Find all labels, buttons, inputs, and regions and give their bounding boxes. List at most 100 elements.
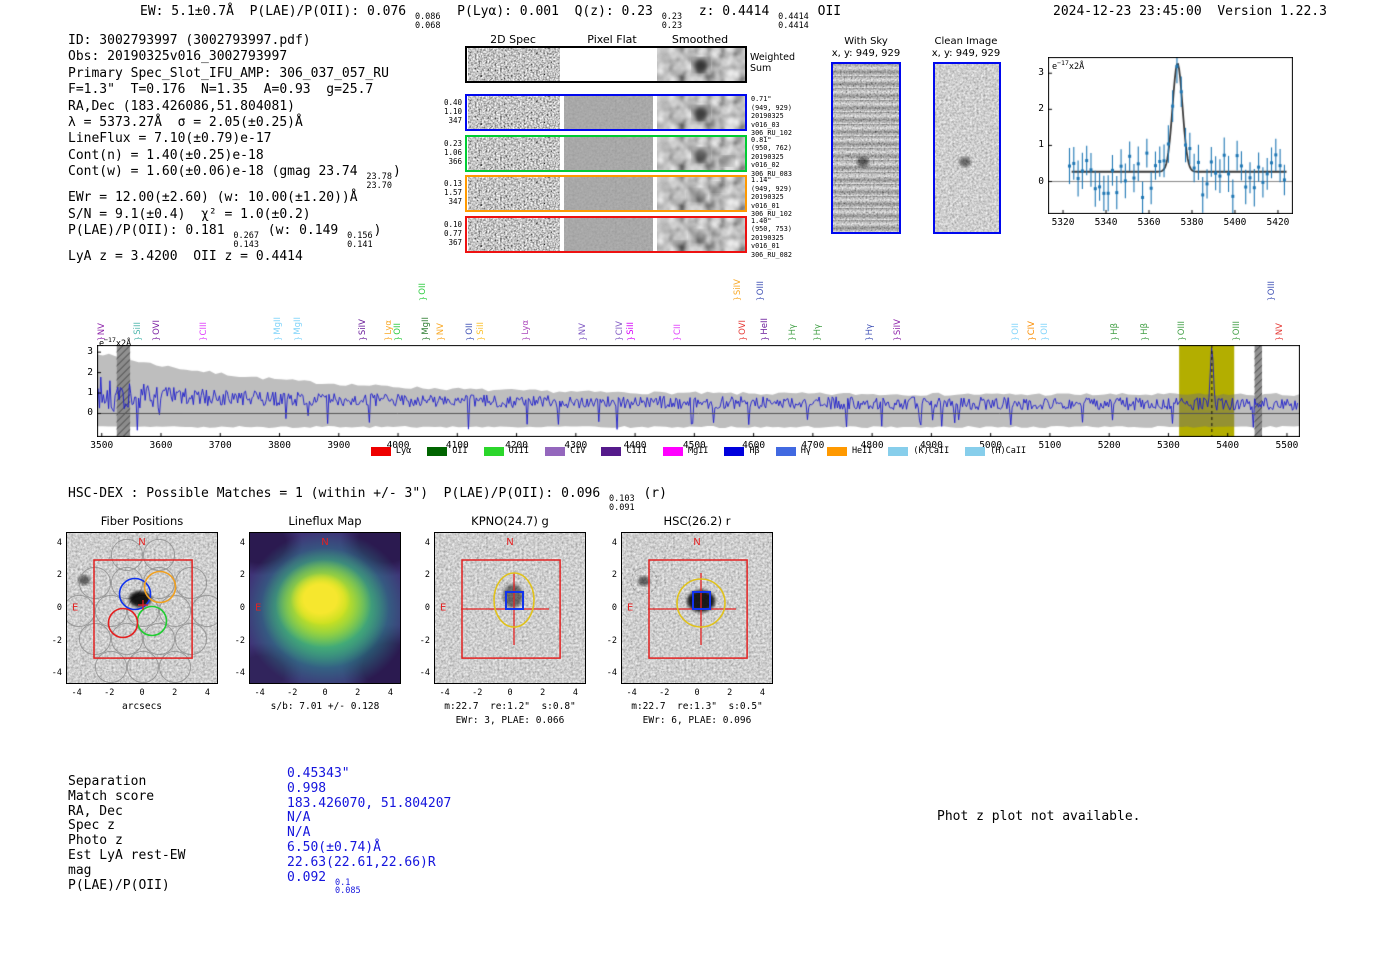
fraction-bottom: 0.091 <box>609 502 635 513</box>
cutout-ytick-label: 4 <box>424 537 430 548</box>
line-bracket-glyph: { <box>1275 336 1285 341</box>
emission-line-label: CIV{ <box>614 264 626 342</box>
emission-line-label: HeII{ <box>759 264 771 342</box>
east-label: E <box>72 602 79 614</box>
fit-xtick-label: 5340 <box>1094 217 1118 228</box>
text-segment: N/A <box>287 825 311 841</box>
line-bracket-glyph: { <box>788 336 798 341</box>
cutout-xtick-label: 4 <box>759 688 765 698</box>
timestamp-version: 2024-12-23 23:45:00 Version 1.22.3 <box>1053 4 1327 19</box>
stacked-fraction: 0.4414 0.4414 <box>778 13 809 30</box>
right-label-line: (950, 762) <box>751 144 792 153</box>
spectrum-unit-label: e−17x2Å <box>99 336 131 349</box>
spec2d-row <box>465 175 747 212</box>
legend-item: Hβ <box>724 446 760 456</box>
info-line: RA,Dec (183.426086,51.804081) <box>68 99 401 115</box>
spec2d-row-left-labels: 0.10 0.77 367 <box>436 220 462 247</box>
cutout-image-lineflux: NE <box>249 532 401 684</box>
weighted-sum-text: Weighted <box>750 52 795 63</box>
emission-line-label: OII{ <box>1010 264 1022 342</box>
cutout-xtick-label: -2 <box>104 688 115 698</box>
spectrum-ytick-label: 0 <box>87 407 93 419</box>
east-label: E <box>255 602 262 614</box>
legend-swatch <box>370 446 391 456</box>
spec2d-col-title: Pixel Flat <box>587 33 637 46</box>
stacked-fraction: 0.23 0.23 <box>662 13 682 30</box>
info-line: LyA z = 3.4200 OII z = 0.4414 <box>68 249 401 265</box>
spec2d-row-left-labels: 0.13 1.57 347 <box>436 179 462 206</box>
emission-line-label: OII{ <box>392 264 404 342</box>
left-label-line: 0.40 <box>443 98 462 107</box>
emission-line-name: SiII <box>625 322 636 335</box>
info-line: P(LAE)/P(OII): 0.181 0.267 0.143 (w: 0.14… <box>68 223 401 249</box>
fit-ytick-label: 2 <box>1038 103 1044 115</box>
text-segment: P(LAE)/P(OII): 0.181 <box>68 223 233 239</box>
spec2d-image-segment <box>468 177 560 210</box>
emission-line-name: NV <box>436 322 447 335</box>
line-bracket-glyph: { <box>673 336 683 341</box>
left-label-line: 347 <box>448 197 462 206</box>
text-segment: 0.998 <box>287 780 327 796</box>
emission-line-label: NV{ <box>1274 264 1286 342</box>
text-segment: Primary Spec_Slot_IFU_AMP: 306_037_057_R… <box>68 65 389 81</box>
stacked-fraction: 0.086 0.068 <box>415 13 441 30</box>
spec2d-image-segment <box>657 48 745 81</box>
text-segment: (r) <box>635 486 667 501</box>
text-segment: 0.092 <box>287 869 334 885</box>
text-segment: ) <box>393 164 401 180</box>
line-fit-plot: e−17x2Å <box>1048 57 1293 214</box>
text-segment: RA,Dec (183.426086,51.804081) <box>68 98 295 114</box>
emission-line-name: SiIV <box>358 318 369 335</box>
cutout-ytick-label: 0 <box>424 603 430 613</box>
text-segment: EW: 5.1±0.7Å P(LAE)/P(OII): 0.076 <box>140 4 414 19</box>
legend-label: MgII <box>687 446 709 456</box>
right-label-line: 0.81" <box>751 135 772 144</box>
spec2d-row-right-labels: 0.81" (950, 762) 20190325 v016_02 306_RU_083 <box>751 136 811 179</box>
legend-swatch <box>662 446 683 456</box>
text-segment: λ = 5373.27Å σ = 2.05(±0.25)Å <box>68 115 303 131</box>
info-line: LineFlux = 7.10(±0.79)e-17 <box>68 131 401 147</box>
left-label-line: 347 <box>448 116 462 125</box>
emission-line-name: NV <box>577 322 588 335</box>
cutout-image-kpno: NE <box>434 532 586 684</box>
line-bracket-glyph: { <box>813 336 823 341</box>
fit-xtick-label: 5360 <box>1137 217 1161 228</box>
legend-label: OII <box>452 446 468 456</box>
emission-line-label: CII{ <box>672 264 684 342</box>
cutout-xtick-label: -4 <box>439 688 450 698</box>
emission-line-name: Hβ <box>1140 323 1151 335</box>
cutout-ytick-label: -4 <box>419 668 430 679</box>
spec2d-row <box>465 134 747 172</box>
fraction-bottom: 0.4414 <box>778 20 809 31</box>
text-segment: ID: 3002793997 (3002793997.pdf) <box>68 33 311 48</box>
cutout-title: HSC(26.2) r <box>663 514 731 528</box>
legend-label: Hγ <box>800 446 811 456</box>
line-bracket-glyph: { <box>1040 336 1050 341</box>
legend-swatch <box>601 446 622 456</box>
info-line: S/N = 9.1(±0.4) χ² = 1.0(±0.2) <box>68 207 401 223</box>
line-bracket-glyph: { <box>152 336 162 341</box>
text-segment: Obs: 20190325v016_3002793997 <box>68 49 288 65</box>
emission-line-label: CIV{ <box>1026 264 1038 342</box>
emission-line-label: OII{ <box>1039 264 1051 342</box>
with-sky-coords: x, y: 949, 929 <box>831 48 901 59</box>
line-bracket-glyph: { <box>199 336 209 341</box>
right-label-line: v016_02 <box>751 161 780 170</box>
fraction-bottom: 0.141 <box>347 239 373 250</box>
cutout-xtick-label: -4 <box>71 688 82 698</box>
cutout-xlabel: m:22.7 re:1.2" s:0.8" <box>444 701 576 712</box>
match-table-label: Photo z <box>68 833 123 849</box>
line-bracket-glyph: { <box>1232 336 1242 341</box>
fit-xtick-label: 5400 <box>1223 217 1247 228</box>
info-line: Primary Spec_Slot_IFU_AMP: 306_037_057_R… <box>68 66 401 82</box>
text-segment: N/A <box>287 810 311 826</box>
cutout-ytick-label: 2 <box>56 570 62 581</box>
emission-line-label: NV{ <box>435 264 447 342</box>
info-line: λ = 5373.27Å σ = 2.05(±0.25)Å <box>68 115 401 131</box>
spec2d-row-left-labels: 0.40 1.10 347 <box>436 98 462 125</box>
text-segment: EWr = 12.00(±2.60) (w: 10.00(±1.20))Å <box>68 190 358 206</box>
emission-line-name: NV <box>1274 322 1285 335</box>
unit-rest: x2Å <box>115 338 132 349</box>
left-label-line: 1.57 <box>443 188 462 197</box>
emission-line-label: SiII{ <box>475 264 487 342</box>
